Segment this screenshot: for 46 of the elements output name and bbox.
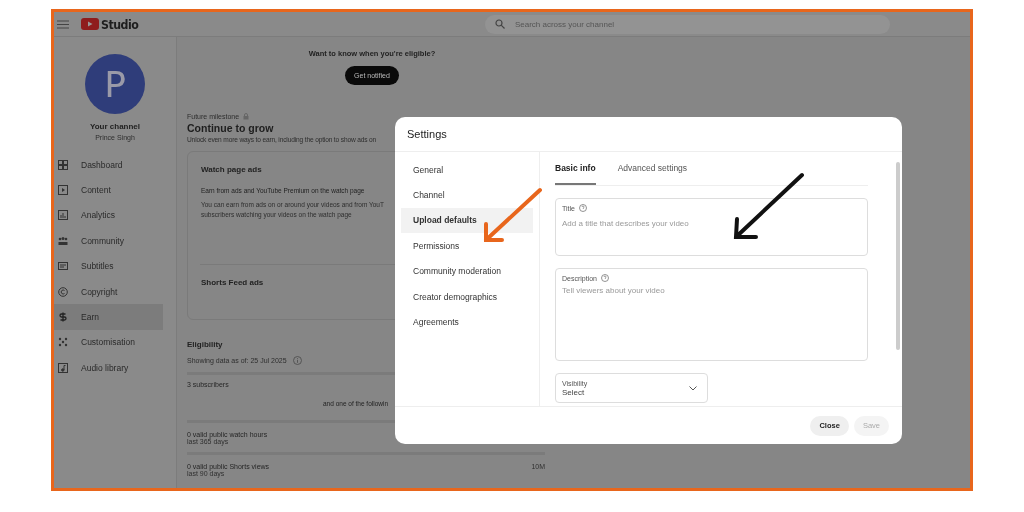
community-icon <box>58 235 68 246</box>
milestone-title: Continue to grow <box>187 122 275 134</box>
description-input[interactable]: Tell viewers about your video <box>562 286 861 346</box>
chevron-down-icon <box>689 385 697 391</box>
sidebar-item[interactable]: Community <box>54 228 163 254</box>
sidebar-item[interactable]: Subtitles <box>54 253 163 279</box>
tab[interactable]: Basic info <box>555 152 596 185</box>
title-input[interactable]: Add a title that describes your video <box>562 219 861 228</box>
help-icon[interactable] <box>601 274 609 282</box>
dialog-title: Settings <box>407 128 447 140</box>
logo-text: Studio <box>101 16 139 32</box>
info-icon[interactable] <box>292 356 302 365</box>
content-icon <box>58 185 68 196</box>
settings-nav-item[interactable]: Permissions <box>401 233 533 259</box>
sidebar-item[interactable]: Audio library <box>54 355 163 381</box>
subtitles-icon <box>58 261 68 272</box>
card-title: Watch page ads <box>201 165 262 174</box>
play-logo-icon <box>81 18 99 30</box>
analytics-icon <box>58 210 68 221</box>
scrollbar[interactable] <box>896 162 900 350</box>
tab[interactable]: Advanced settings <box>617 152 688 185</box>
lock-icon <box>243 113 250 120</box>
card-title: Shorts Feed ads <box>201 278 264 287</box>
settings-nav-item[interactable]: Community moderation <box>401 258 533 284</box>
audio-icon <box>58 362 68 373</box>
avatar[interactable]: P <box>85 54 145 114</box>
customisation-icon <box>58 337 68 348</box>
sidebar-item[interactable]: Content <box>54 177 163 203</box>
channel-title: Your channel <box>89 122 141 131</box>
sidebar-item[interactable]: Dashboard <box>54 152 163 178</box>
copyright-icon <box>58 286 68 297</box>
sidebar-item[interactable]: Analytics <box>54 202 163 229</box>
eligibility-title: Eligibility <box>187 340 224 349</box>
settings-nav-item[interactable]: Creator demographics <box>401 283 533 310</box>
settings-nav-item[interactable]: Agreements <box>401 309 533 335</box>
sidebar-item[interactable]: Copyright <box>54 278 163 305</box>
settings-nav-item[interactable]: General <box>401 157 533 183</box>
sidebar-item[interactable]: Customisation <box>54 329 163 356</box>
help-icon[interactable] <box>578 204 587 212</box>
settings-nav-item[interactable]: Channel <box>401 182 533 208</box>
search-icon <box>494 19 505 29</box>
menu-icon[interactable] <box>57 19 69 29</box>
dashboard-icon <box>58 159 68 170</box>
earn-icon <box>58 312 68 323</box>
sidebar-item[interactable]: Earn <box>54 304 163 330</box>
settings-nav-item[interactable]: Upload defaults <box>401 207 533 234</box>
